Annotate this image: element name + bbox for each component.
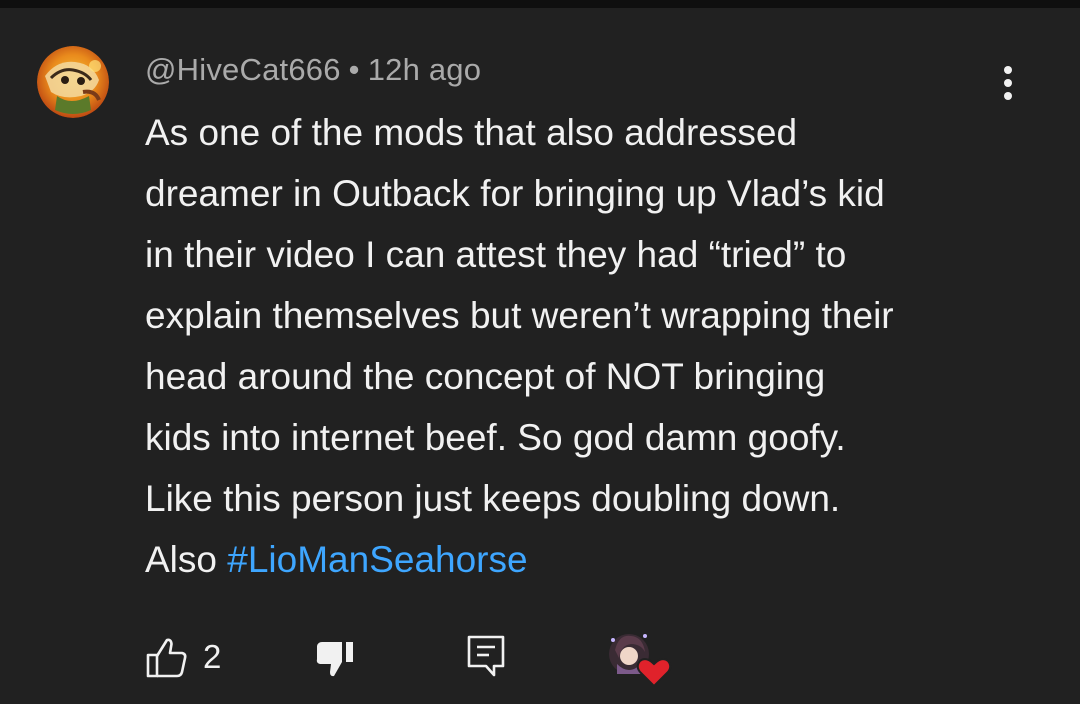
thumb-up-outline-icon [146, 638, 187, 678]
meta-separator: • [348, 52, 360, 87]
comment-reply-icon [467, 635, 505, 677]
creator-heart-badge [605, 628, 675, 690]
dislike-button[interactable] [312, 634, 360, 682]
comment-meta: @HiveCat666 • 12h ago [145, 52, 481, 88]
comment-action-bar: 2 [0, 620, 1080, 690]
like-count: 2 [203, 638, 222, 675]
top-strip [0, 0, 1080, 8]
comment-text: As one of the mods that also addressed d… [145, 112, 894, 580]
comment-body: As one of the mods that also addressed d… [145, 102, 1045, 590]
comment-time[interactable]: 12h ago [368, 52, 481, 87]
thumb-down-filled-icon [316, 642, 353, 677]
hashtag-link[interactable]: #LioManSeahorse [227, 539, 527, 580]
commenter-avatar[interactable] [37, 46, 109, 118]
creator-heart-icon [609, 634, 672, 688]
three-dots-vertical-icon [1004, 66, 1012, 100]
like-button[interactable] [143, 634, 191, 682]
reply-button[interactable] [462, 632, 510, 680]
comment-screen: @HiveCat666 • 12h ago As one of the mods t… [0, 0, 1080, 704]
more-options-button[interactable] [990, 60, 1026, 108]
comment-author[interactable]: @HiveCat666 [145, 52, 341, 87]
